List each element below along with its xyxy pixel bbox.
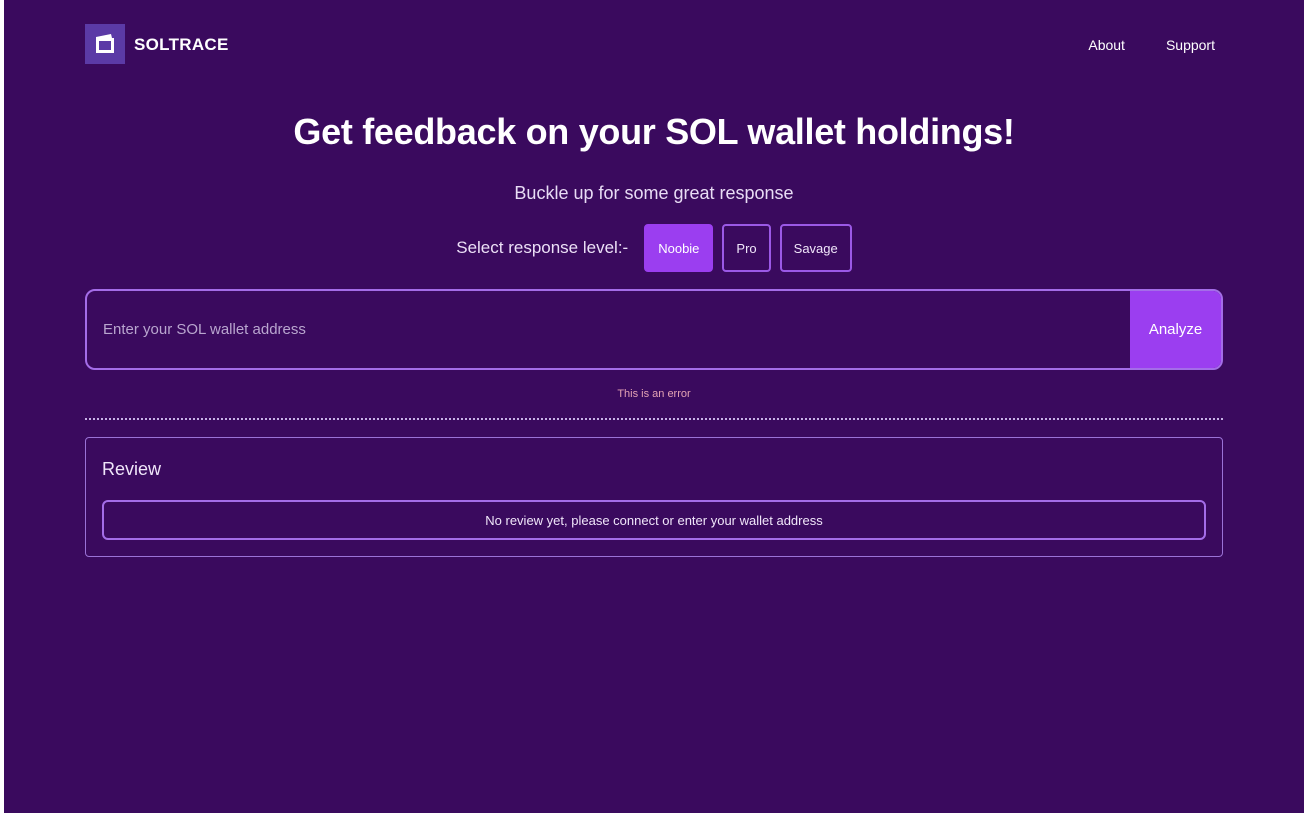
top-nav: About Support	[1088, 37, 1215, 53]
page-subtitle: Buckle up for some great response	[514, 183, 794, 203]
level-pro-button[interactable]: Pro	[722, 224, 771, 272]
nav-about-link[interactable]: About	[1088, 37, 1125, 53]
nav-support-link[interactable]: Support	[1166, 37, 1215, 53]
response-level-label: Select response level:-	[456, 238, 629, 257]
brand-name: SOLTRACE	[134, 35, 229, 54]
review-empty-state: No review yet, please connect or enter y…	[102, 500, 1206, 540]
analyze-button[interactable]: Analyze	[1130, 291, 1221, 368]
error-message: This is an error	[617, 388, 691, 400]
wallet-icon	[96, 34, 114, 53]
review-title: Review	[102, 459, 162, 479]
response-level-selector: Select response level:- Noobie Pro Savag…	[4, 224, 1304, 272]
level-savage-button[interactable]: Savage	[779, 224, 852, 272]
wallet-address-input[interactable]	[87, 291, 1130, 368]
page-title: Get feedback on your SOL wallet holdings…	[293, 111, 1015, 152]
dotted-divider	[85, 418, 1223, 420]
level-noobie-button[interactable]: Noobie	[644, 224, 714, 272]
page: SOLTRACE About Support Get feedback on y…	[4, 0, 1304, 813]
wallet-address-form: Analyze	[85, 289, 1223, 370]
logo[interactable]	[85, 24, 125, 64]
header: SOLTRACE About Support	[85, 24, 1215, 66]
review-card: Review No review yet, please connect or …	[85, 437, 1223, 557]
